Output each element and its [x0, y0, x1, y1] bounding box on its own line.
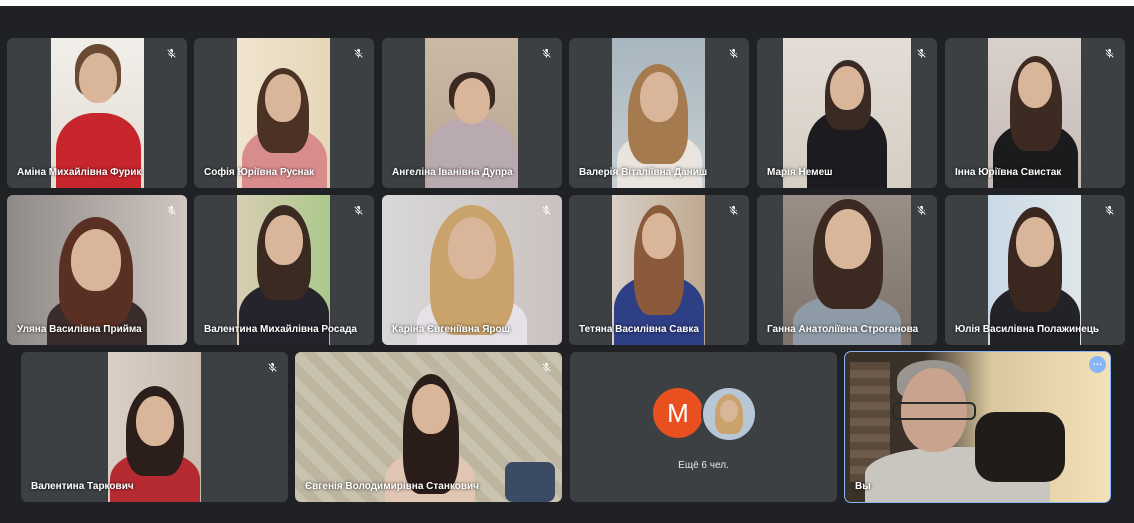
mic-off-icon — [724, 201, 742, 219]
video-feed — [612, 38, 705, 188]
video-feed — [783, 195, 911, 345]
mic-off-icon — [537, 358, 555, 376]
participant-name: Уляна Василівна Прийма — [17, 324, 142, 335]
participant-tile[interactable]: Тетяна Василівна Савка — [569, 195, 749, 345]
participant-tile[interactable]: Каріна Євгеніївна Ярош — [382, 195, 562, 345]
top-edge — [0, 0, 1134, 6]
video-feed — [108, 352, 201, 502]
participant-avatar-photo — [701, 386, 757, 442]
mic-off-icon — [724, 44, 742, 62]
mic-off-icon — [1100, 44, 1118, 62]
mic-off-icon — [912, 201, 930, 219]
mic-off-icon — [263, 358, 281, 376]
participant-avatar-letter: M — [653, 388, 703, 438]
participant-name: Валентина Михайлівна Росада — [204, 324, 357, 335]
participant-tile[interactable]: Інна Юріївна Свистак — [945, 38, 1125, 188]
participant-tile[interactable]: Ганна Анатоліївна Строганова — [757, 195, 937, 345]
participant-name: Валентина Таркович — [31, 481, 134, 492]
video-feed — [295, 352, 562, 502]
self-view-tile[interactable]: … Вы — [844, 351, 1111, 503]
participant-tile[interactable]: Валентина Михайлівна Росада — [194, 195, 374, 345]
mic-off-icon — [1100, 201, 1118, 219]
video-feed — [988, 38, 1081, 188]
participant-name: Ганна Анатоліївна Строганова — [767, 324, 919, 335]
mic-off-icon — [349, 201, 367, 219]
video-feed — [237, 38, 330, 188]
video-feed — [988, 195, 1081, 345]
participant-tile[interactable]: Валентина Таркович — [21, 352, 288, 502]
participant-name: Ангеліна Іванівна Дупра — [392, 167, 513, 178]
more-participants-tile[interactable]: M Ещё 6 чел. — [570, 352, 837, 502]
mic-off-icon — [162, 44, 180, 62]
participant-name: Каріна Євгеніївна Ярош — [392, 324, 510, 335]
video-feed — [783, 38, 911, 188]
participant-tile[interactable]: Марія Немеш — [757, 38, 937, 188]
participant-name: Марія Немеш — [767, 167, 833, 178]
participant-name: Аміна Михайлівна Фурик — [17, 167, 142, 178]
mic-off-icon — [537, 201, 555, 219]
mic-off-icon — [162, 201, 180, 219]
participant-tile[interactable]: Євгенія Володимирівна Станкович — [295, 352, 562, 502]
participant-name: Євгенія Володимирівна Станкович — [305, 481, 479, 492]
participant-tile[interactable]: Аміна Михайлівна Фурик — [7, 38, 187, 188]
participant-name: Валерія Віталіївна Даниш — [579, 167, 708, 178]
participant-tile[interactable]: Ангеліна Іванівна Дупра — [382, 38, 562, 188]
video-feed — [382, 195, 562, 345]
mic-off-icon — [349, 44, 367, 62]
video-feed — [51, 38, 144, 188]
participant-name: Інна Юріївна Свистак — [955, 167, 1062, 178]
participant-name: Вы — [855, 481, 871, 492]
more-participants-label: Ещё 6 чел. — [678, 460, 729, 471]
participant-tile[interactable]: Уляна Василівна Прийма — [7, 195, 187, 345]
video-feed — [237, 195, 330, 345]
video-feed — [845, 352, 1110, 502]
participant-tile[interactable]: Юлія Василівна Полажинець — [945, 195, 1125, 345]
participant-tile[interactable]: Валерія Віталіївна Даниш — [569, 38, 749, 188]
more-options-icon[interactable]: … — [1089, 356, 1106, 373]
mic-off-icon — [912, 44, 930, 62]
mic-off-icon — [537, 44, 555, 62]
video-feed — [425, 38, 518, 188]
participant-name: Тетяна Василівна Савка — [579, 324, 699, 335]
video-feed — [7, 195, 187, 345]
participant-name: Софія Юріївна Руснак — [204, 167, 315, 178]
participant-name: Юлія Василівна Полажинець — [955, 324, 1100, 335]
video-feed — [612, 195, 705, 345]
participant-tile[interactable]: Софія Юріївна Руснак — [194, 38, 374, 188]
